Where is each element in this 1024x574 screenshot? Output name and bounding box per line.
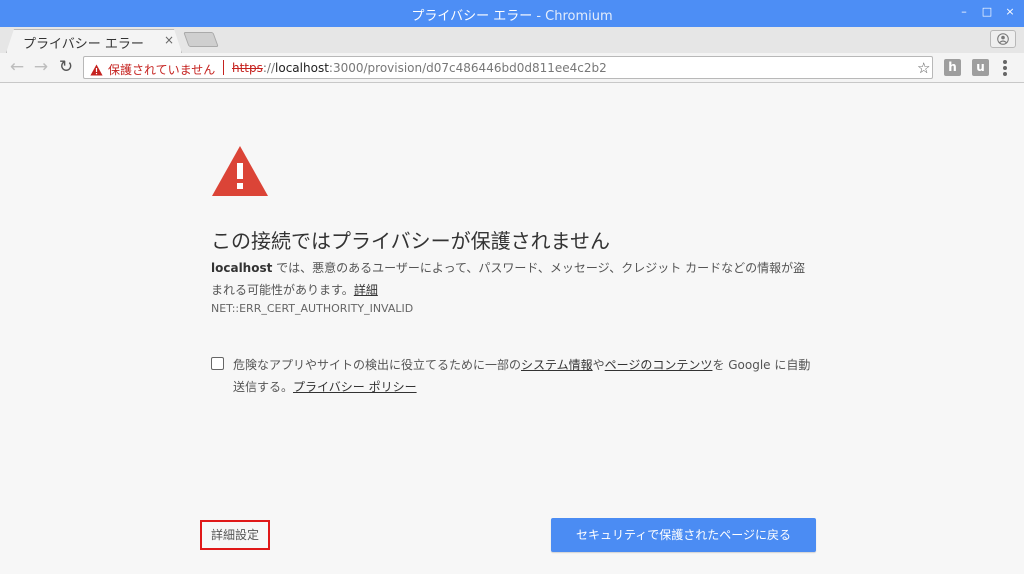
security-divider	[223, 60, 224, 75]
window-title-text: プライバシー エラー	[411, 9, 533, 24]
url-path: :3000/provision/d07c486446bd0d811ee4c2b2	[328, 61, 607, 75]
error-code: NET::ERR_CERT_AUTHORITY_INVALID	[211, 302, 414, 315]
profile-button[interactable]	[990, 30, 1016, 48]
back-button[interactable]: ←	[8, 58, 26, 76]
url-host: localhost	[275, 61, 329, 75]
address-bar[interactable]: 保護されていません https://localhost:3000/provisi…	[83, 56, 933, 79]
report-mid: や	[592, 358, 605, 372]
url-scheme: https	[232, 61, 263, 75]
browser-menu-icon[interactable]	[1003, 60, 1007, 76]
minimize-button[interactable]: –	[958, 5, 970, 19]
warning-triangle-icon	[212, 146, 268, 196]
page-title: この接続ではプライバシーが保護されません	[211, 229, 610, 253]
privacy-policy-link[interactable]: プライバシー ポリシー	[293, 380, 417, 394]
send-report-checkbox[interactable]	[211, 357, 224, 370]
page-content-link[interactable]: ページのコンテンツ	[605, 358, 713, 372]
security-label: 保護されていません	[108, 63, 216, 77]
window-title: プライバシー エラー - Chromium	[0, 5, 1024, 24]
interstitial-page: この接続ではプライバシーが保護されません localhost では、悪意のあるユ…	[0, 84, 1024, 574]
new-tab-button[interactable]	[183, 32, 219, 47]
extension-u-icon[interactable]: u	[972, 59, 989, 76]
reload-button[interactable]: ↻	[57, 58, 75, 76]
system-info-link[interactable]: システム情報	[521, 358, 593, 372]
forward-button[interactable]: →	[32, 58, 50, 76]
tab-label: プライバシー エラー	[23, 37, 144, 52]
maximize-button[interactable]: □	[981, 5, 993, 19]
extension-h-icon[interactable]: h	[944, 59, 961, 76]
report-prefix: 危険なアプリやサイトの検出に役立てるために一部の	[233, 358, 522, 372]
bookmark-star-icon[interactable]: ☆	[917, 59, 930, 77]
close-window-button[interactable]: ×	[1004, 5, 1016, 19]
host-name: localhost	[211, 261, 273, 275]
send-report-label: 危険なアプリやサイトの検出に役立てるために一部のシステム情報やページのコンテンツ…	[233, 354, 816, 398]
description-text: では、悪意のあるユーザーによって、パスワード、メッセージ、クレジット カードなど…	[211, 261, 806, 297]
warning-icon	[90, 64, 103, 75]
security-indicator[interactable]: 保護されていません	[90, 61, 215, 78]
url-separator: ://	[262, 61, 276, 75]
advanced-button[interactable]: 詳細設定	[200, 520, 270, 550]
error-description: localhost では、悪意のあるユーザーによって、パスワード、メッセージ、ク…	[211, 257, 816, 301]
details-link[interactable]: 詳細	[354, 283, 378, 297]
window-controls: – □ ×	[958, 5, 1016, 19]
tab-strip: プライバシー エラー ×	[0, 27, 1024, 53]
window-titlebar: プライバシー エラー - Chromium – □ ×	[0, 0, 1024, 27]
tab-close-icon[interactable]: ×	[164, 33, 174, 47]
url-text[interactable]: https://localhost:3000/provision/d07c486…	[232, 61, 607, 75]
back-to-safety-button[interactable]: セキュリティで保護されたページに戻る	[551, 518, 816, 552]
browser-toolbar: ← → ↻ 保護されていません https://localhost:3000/p…	[0, 53, 1024, 83]
tab-privacy-error[interactable]: プライバシー エラー ×	[6, 29, 182, 53]
window-app-name: - Chromium	[532, 9, 613, 24]
profile-icon	[997, 33, 1009, 45]
